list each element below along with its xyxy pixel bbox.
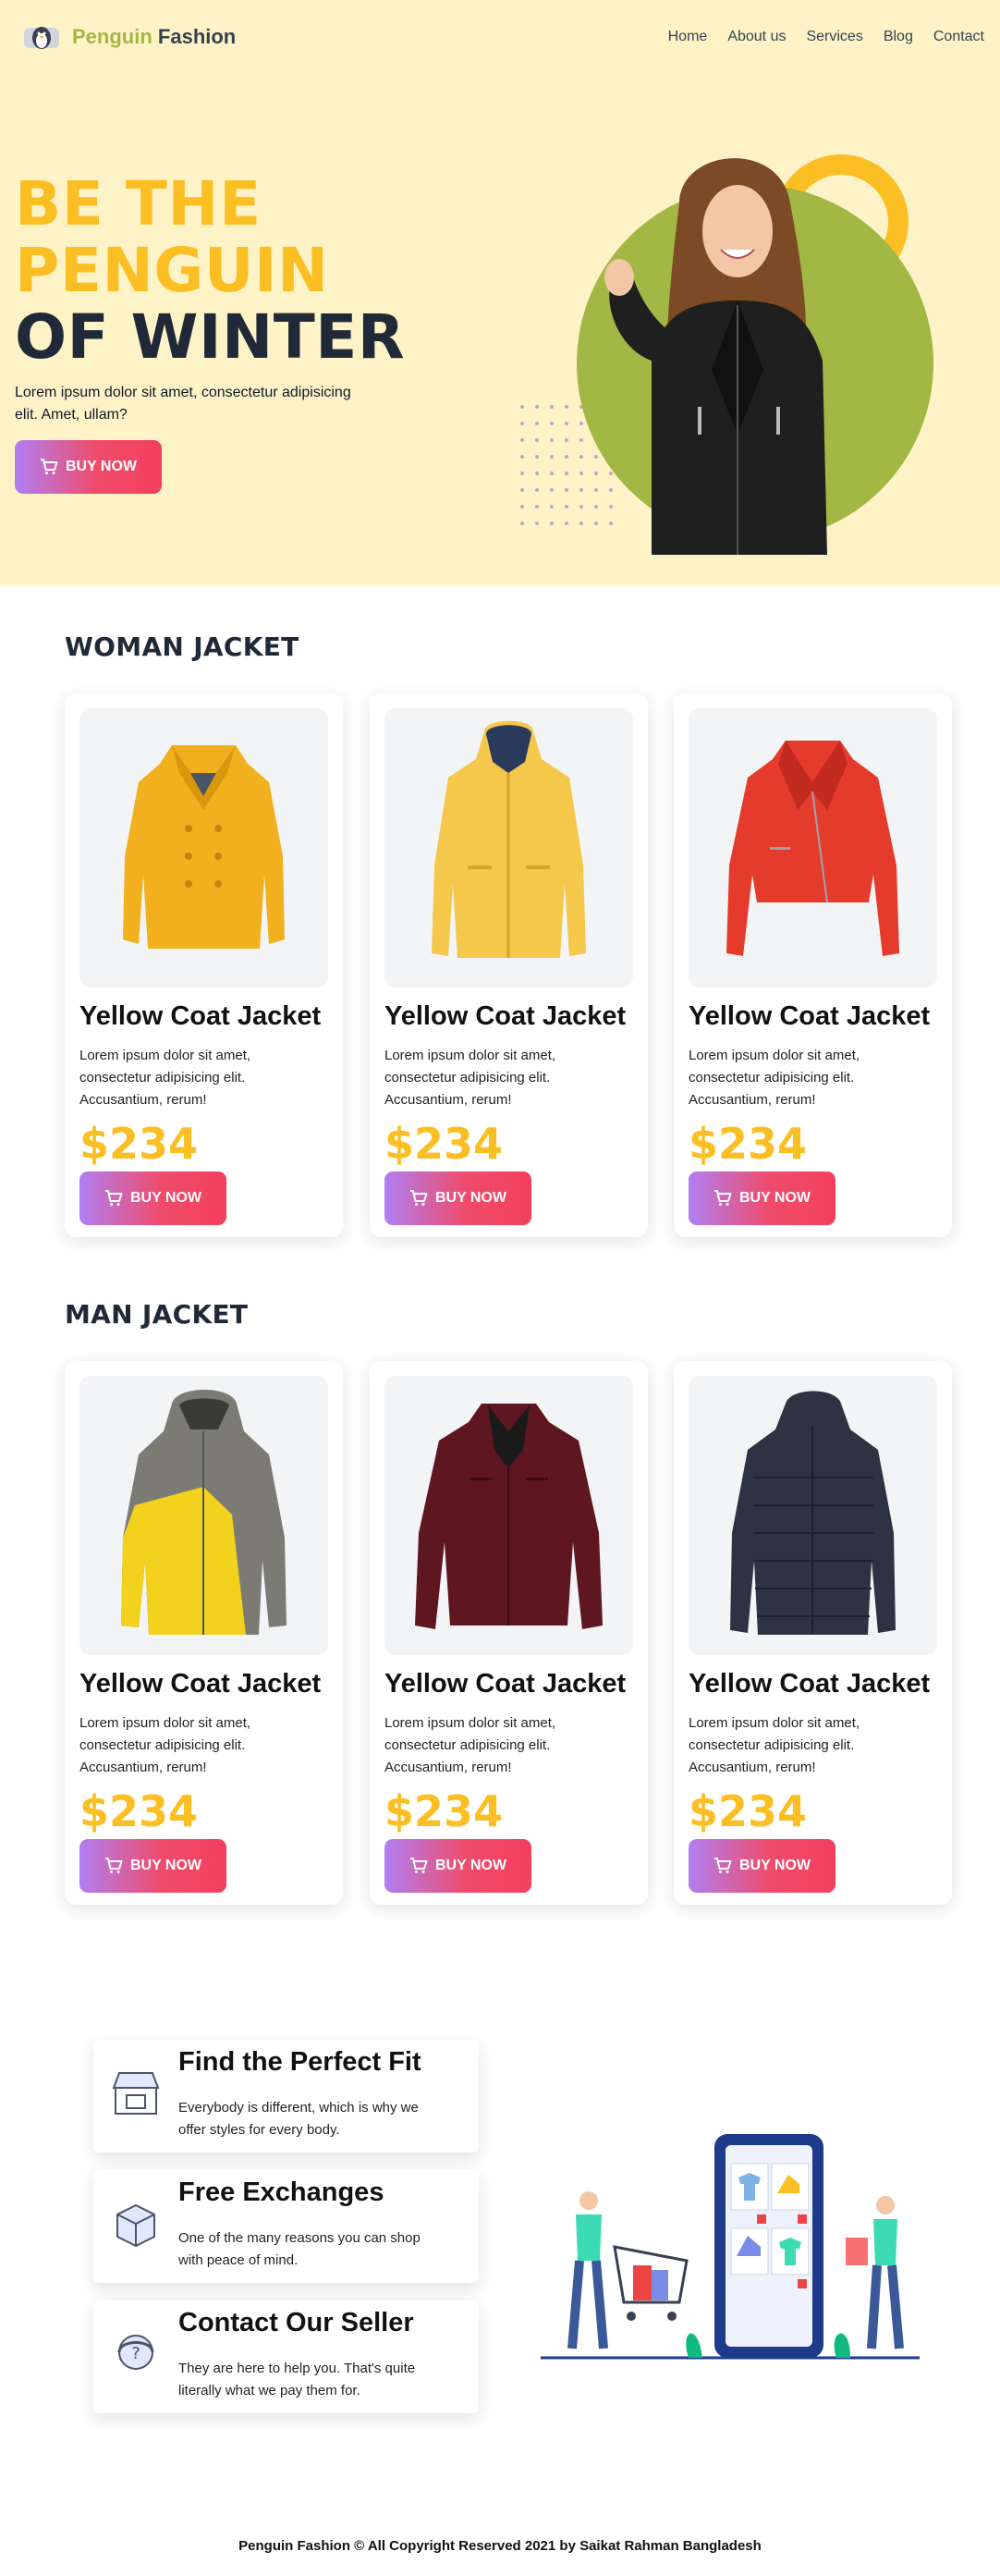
product-image-box [79, 1376, 328, 1655]
buy-now-button[interactable]: BUY NOW [384, 1171, 531, 1225]
main-nav: Home About us Services Blog Contact [658, 29, 994, 45]
buy-now-button[interactable]: BUY NOW [384, 1839, 531, 1893]
product-image-box [384, 708, 633, 987]
product-name: Yellow Coat Jacket [79, 1669, 322, 1699]
product-description: Lorem ipsum dolor sit amet, consectetur … [79, 1048, 251, 1108]
product-name: Yellow Coat Jacket [79, 1001, 322, 1031]
hero-subtitle: Lorem ipsum dolor sit amet, consectetur … [15, 385, 351, 423]
navy-puffer-jacket-image [730, 1391, 896, 1635]
box-icon [116, 2203, 155, 2248]
buy-now-button[interactable]: BUY NOW [689, 1171, 835, 1225]
product-description: Lorem ipsum dolor sit amet, consectetur … [689, 1048, 860, 1108]
hero-model-image [520, 154, 933, 555]
footer-copyright: Penguin Fashion © All Copyright Reserved… [238, 2538, 762, 2554]
hero-title-line3: OF WINTER [15, 301, 406, 373]
feature-card: ? Contact Our Seller They are here to he… [93, 2300, 479, 2413]
nav-services[interactable]: Services [796, 29, 872, 45]
puffer-jacket-image [121, 1390, 287, 1635]
product-description: Lorem ipsum dolor sit amet, consectetur … [79, 1715, 251, 1775]
feature-description: One of the many reasons you can shop wit… [178, 2230, 421, 2268]
cart-icon [40, 459, 58, 474]
buy-now-button[interactable]: BUY NOW [79, 1171, 226, 1225]
nav-blog[interactable]: Blog [873, 29, 923, 45]
feature-title: Contact Our Seller [178, 2308, 414, 2337]
penguin-logo-icon [24, 27, 59, 49]
product-card: Yellow Coat Jacket Lorem ipsum dolor sit… [674, 693, 952, 1237]
product-card: Yellow Coat Jacket Lorem ipsum dolor sit… [370, 1361, 648, 1905]
cart-icon [409, 1858, 428, 1873]
footer: Penguin Fashion © All Copyright Reserved… [0, 2538, 1000, 2554]
buy-now-label: BUY NOW [738, 1190, 811, 1206]
product-price: $234 [384, 1786, 504, 1836]
online-shopping-illustration [541, 2134, 920, 2360]
feature-description: Everybody is different, which is why we … [178, 2100, 419, 2138]
yellow-coat-image [123, 745, 285, 949]
product-price: $234 [79, 1119, 199, 1169]
yellow-raincoat-image [432, 720, 586, 958]
buy-now-button[interactable]: BUY NOW [689, 1839, 835, 1893]
product-price: $234 [384, 1119, 504, 1169]
product-price: $234 [79, 1786, 199, 1836]
product-card: Yellow Coat Jacket Lorem ipsum dolor sit… [65, 693, 343, 1237]
buy-now-label: BUY NOW [129, 1858, 202, 1873]
product-image-box [79, 708, 328, 987]
nav-about[interactable]: About us [717, 29, 796, 45]
brand-name-part1: Penguin [72, 25, 152, 48]
buy-now-label: BUY NOW [738, 1858, 811, 1873]
maroon-leather-jacket-image [415, 1404, 603, 1629]
product-image-box [689, 708, 937, 987]
buy-now-label: BUY NOW [129, 1190, 202, 1206]
product-name: Yellow Coat Jacket [384, 1001, 627, 1031]
product-image-box [689, 1376, 937, 1655]
hero-buy-now-label: BUY NOW [65, 459, 138, 474]
svg-text:?: ? [131, 2344, 140, 2363]
product-name: Yellow Coat Jacket [384, 1669, 627, 1699]
brand-name-part2: Fashion [157, 25, 237, 48]
hero-title: BE THE PENGUIN OF WINTER [15, 171, 405, 371]
product-card: Yellow Coat Jacket Lorem ipsum dolor sit… [65, 1361, 343, 1905]
hero-buy-now-button[interactable]: BUY NOW [15, 440, 162, 494]
nav-contact[interactable]: Contact [923, 29, 994, 45]
red-leather-jacket-image [726, 741, 899, 956]
product-card: Yellow Coat Jacket Lorem ipsum dolor sit… [674, 1361, 952, 1905]
cart-icon [409, 1190, 428, 1206]
woman-section-title: WOMAN JACKET [65, 632, 299, 662]
buy-now-button[interactable]: BUY NOW [79, 1839, 226, 1893]
product-card: Yellow Coat Jacket Lorem ipsum dolor sit… [370, 693, 648, 1237]
product-price: $234 [689, 1786, 808, 1836]
nav-home[interactable]: Home [658, 29, 718, 45]
buy-now-label: BUY NOW [434, 1190, 507, 1206]
hero-title-line2: PENGUIN [15, 235, 329, 306]
hero-section: BE THE PENGUIN OF WINTER Lorem ipsum dol… [0, 74, 1000, 585]
product-image-box [384, 1376, 633, 1655]
cart-icon [104, 1190, 123, 1206]
man-section-title: MAN JACKET [65, 1299, 249, 1330]
shop-icon [112, 2072, 160, 2115]
feature-title: Free Exchanges [178, 2177, 384, 2207]
product-name: Yellow Coat Jacket [689, 1669, 931, 1699]
feature-card: Find the Perfect Fit Everybody is differ… [93, 2040, 479, 2153]
cart-icon [713, 1190, 732, 1206]
support-icon: ? [117, 2335, 154, 2370]
cart-icon [713, 1858, 732, 1873]
feature-title: Find the Perfect Fit [178, 2047, 421, 2077]
brand[interactable]: Penguin Fashion [20, 20, 236, 54]
product-price: $234 [689, 1119, 808, 1169]
product-description: Lorem ipsum dolor sit amet, consectetur … [384, 1715, 556, 1775]
product-description: Lorem ipsum dolor sit amet, consectetur … [689, 1715, 860, 1775]
feature-description: They are here to help you. That's quite … [178, 2361, 416, 2398]
navbar: Penguin Fashion Home About us Services B… [0, 0, 1000, 74]
product-description: Lorem ipsum dolor sit amet, consectetur … [384, 1048, 556, 1108]
cart-icon [104, 1858, 123, 1873]
feature-card: Free Exchanges One of the many reasons y… [93, 2170, 479, 2283]
buy-now-label: BUY NOW [434, 1858, 507, 1873]
product-name: Yellow Coat Jacket [689, 1001, 931, 1031]
hero-title-line1: BE THE [15, 168, 262, 239]
